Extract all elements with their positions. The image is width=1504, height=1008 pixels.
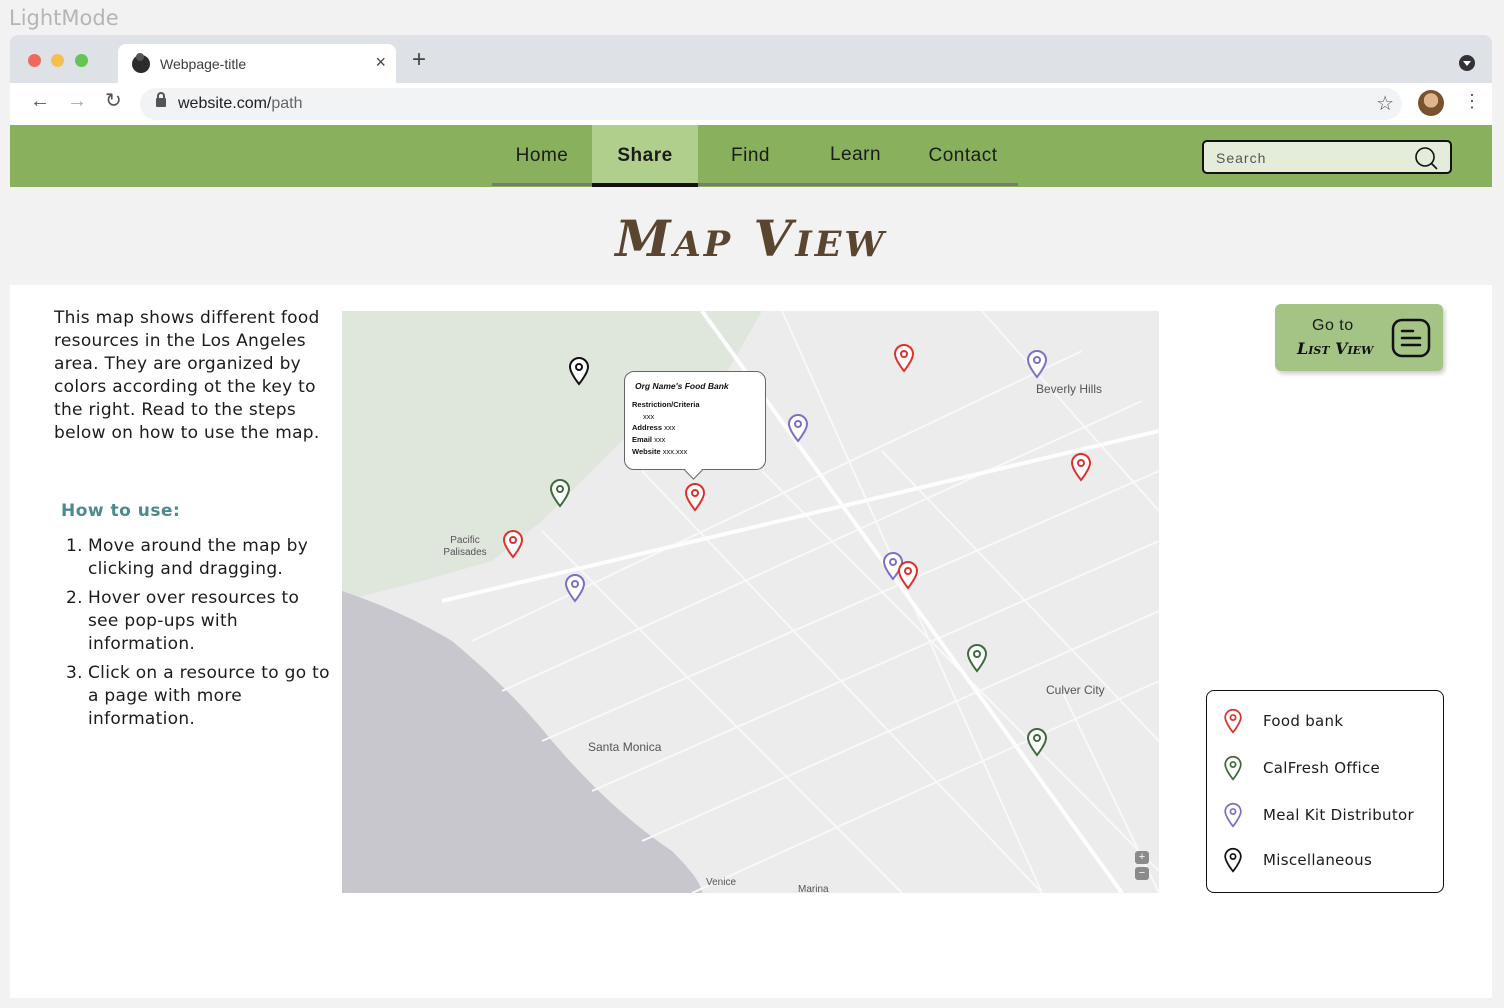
- frame-label: LightMode: [9, 6, 119, 30]
- lock-icon: [156, 92, 166, 107]
- zoom-in-button[interactable]: +: [1135, 851, 1149, 864]
- pin-food-bank-icon[interactable]: [501, 529, 525, 559]
- steps-list: 1. Move around the map by clicking and dr…: [54, 535, 334, 737]
- nav-contact[interactable]: Contact: [908, 125, 1018, 187]
- map-label-pacific-palisades: Pacific Palisades: [443, 535, 487, 558]
- search-placeholder: Search: [1216, 150, 1267, 166]
- list-view-line2: List View: [1297, 339, 1374, 358]
- popup-email: Email xxx: [632, 435, 666, 444]
- zoom-out-button[interactable]: −: [1135, 867, 1149, 880]
- page-title: Map View: [615, 209, 887, 268]
- step-text: Click on a resource to go to a page with…: [88, 663, 330, 729]
- pin-meal-kit-icon[interactable]: [786, 413, 810, 443]
- pin-food-bank-icon[interactable]: [1069, 452, 1093, 482]
- step-item: 2. Hover over resources to see pop-ups wi…: [66, 588, 300, 654]
- map-label-marina: Marina: [798, 884, 829, 893]
- pin-calfresh-icon[interactable]: [965, 643, 989, 673]
- popup-address: Address xxx: [632, 423, 676, 432]
- resource-map[interactable]: Beverly Hills Pacific Palisades Santa Mo…: [342, 311, 1159, 893]
- step-text: Hover over resources to see pop-ups with…: [88, 588, 300, 654]
- bookmark-star-icon[interactable]: ☆: [1376, 91, 1394, 116]
- map-label-beverly-hills: Beverly Hills: [1036, 382, 1103, 396]
- popup-title: Org Name's Food Bank: [635, 381, 729, 391]
- minimize-window-button[interactable]: [51, 54, 64, 67]
- step-item: 3. Click on a resource to go to a page wi…: [66, 663, 330, 729]
- intro-text: This map shows different food resources …: [54, 308, 320, 443]
- food-bank-pin-icon: [1224, 708, 1242, 734]
- legend-label: Miscellaneous: [1263, 851, 1373, 869]
- profile-avatar[interactable]: [1418, 90, 1444, 116]
- pin-calfresh-icon[interactable]: [548, 478, 572, 508]
- favicon-icon: [132, 53, 150, 73]
- list-view-line1: Go to: [1312, 317, 1354, 334]
- url-path: path: [271, 95, 303, 112]
- title-band: Map View: [10, 187, 1492, 285]
- nav-learn[interactable]: Learn: [803, 124, 908, 186]
- calfresh-pin-icon: [1224, 755, 1242, 781]
- browser-tab[interactable]: Webpage-title ×: [118, 44, 396, 83]
- browser-toolbar: ← → ↻ website.com/path ☆ ⋮: [10, 83, 1492, 125]
- search-icon[interactable]: [1414, 146, 1438, 170]
- map-label-venice: Venice: [706, 877, 737, 888]
- legend-label: CalFresh Office: [1263, 759, 1381, 777]
- pin-calfresh-icon[interactable]: [1025, 727, 1049, 757]
- address-bar[interactable]: website.com/path ☆: [140, 88, 1402, 120]
- reload-icon[interactable]: ↻: [105, 91, 122, 111]
- maximize-window-button[interactable]: [75, 54, 88, 67]
- forward-icon[interactable]: →: [67, 91, 87, 111]
- pin-meal-kit-icon[interactable]: [563, 573, 587, 603]
- site-navigation: Home Share Find Learn Contact Search: [10, 125, 1492, 187]
- nav-home[interactable]: Home: [492, 125, 592, 187]
- legend-label: Food bank: [1263, 712, 1344, 730]
- misc-pin-icon: [1224, 847, 1242, 873]
- close-window-button[interactable]: [28, 54, 41, 67]
- url-text: website.com/path: [178, 95, 303, 113]
- tab-search-icon[interactable]: [1459, 55, 1475, 71]
- howto-heading: How to use:: [61, 501, 181, 521]
- popup-criteria-value: xxx: [643, 412, 655, 421]
- pin-food-bank-icon[interactable]: [892, 343, 916, 373]
- url-host: website.com/: [178, 95, 272, 112]
- legend-label: Meal Kit Distributor: [1263, 806, 1414, 824]
- pin-food-bank-icon[interactable]: [896, 560, 920, 590]
- search-input[interactable]: Search: [1202, 140, 1452, 174]
- map-legend: Food bank CalFresh Office Meal Kit Distr…: [1206, 690, 1444, 893]
- resource-popup: Org Name's Food Bank Restriction/Criteri…: [624, 371, 766, 470]
- browser-menu-icon[interactable]: ⋮: [1463, 91, 1481, 112]
- step-item: 1. Move around the map by clicking and dr…: [66, 536, 309, 579]
- map-label-culver-city: Culver City: [1046, 683, 1105, 697]
- go-to-list-view-button[interactable]: Go to List View: [1275, 304, 1443, 371]
- browser-window: Webpage-title × + ← → ↻ website.com/path…: [10, 35, 1492, 998]
- new-tab-button[interactable]: +: [412, 48, 426, 72]
- popup-criteria-label: Restriction/Criteria: [632, 400, 700, 409]
- tab-strip: Webpage-title × +: [10, 35, 1492, 83]
- tab-close-icon[interactable]: ×: [375, 52, 386, 73]
- map-label-santa-monica: Santa Monica: [588, 740, 662, 754]
- pin-food-bank-icon[interactable]: [683, 482, 707, 512]
- step-text: Move around the map by clicking and drag…: [88, 536, 309, 579]
- pin-misc-icon[interactable]: [567, 356, 591, 386]
- list-icon: [1391, 318, 1431, 358]
- tab-title: Webpage-title: [160, 56, 247, 72]
- nav-share[interactable]: Share: [592, 125, 698, 187]
- pin-meal-kit-icon[interactable]: [1025, 349, 1049, 379]
- meal-kit-pin-icon: [1224, 802, 1242, 828]
- nav-find[interactable]: Find: [698, 125, 803, 187]
- popup-website: Website xxx.xxx: [632, 447, 688, 456]
- back-icon[interactable]: ←: [30, 91, 50, 111]
